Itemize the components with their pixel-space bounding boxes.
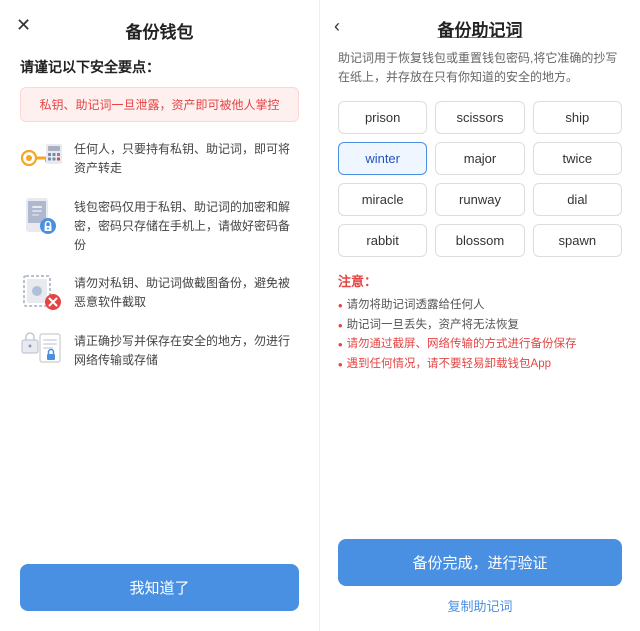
- notice-item-4: •遇到任何情况，请不要轻易卸载钱包App: [338, 355, 622, 375]
- bullet-icon: •: [338, 296, 343, 316]
- security-item-2: 钱包密码仅用于私钥、助记词的加密和解密，密码只存储在手机上，请做好密码备份: [20, 194, 299, 256]
- security-item-2-text: 钱包密码仅用于私钥、助记词的加密和解密，密码只存储在手机上，请做好密码备份: [74, 194, 299, 256]
- mnemonic-word-1: prison: [338, 101, 427, 134]
- notice-text: 助记词一旦丢失，资产将无法恢复: [347, 316, 520, 336]
- warning-bar: 私钥、助记词一旦泄露，资产即可被他人掌控: [20, 87, 299, 122]
- mnemonic-word-8: runway: [435, 183, 524, 216]
- notice-section: 注意： •请勿将助记词透露给任何人•助记词一旦丢失，资产将无法恢复•请勿通过截屏…: [338, 271, 622, 374]
- notice-title: 注意：: [338, 271, 622, 290]
- mnemonic-word-grid: prisonscissors ship wintermajor twice miracl…: [338, 101, 622, 257]
- mnemonic-word-2: scissors: [435, 101, 524, 134]
- back-button[interactable]: ‹: [334, 16, 340, 37]
- mnemonic-word-3: ship: [533, 101, 622, 134]
- mnemonic-word-7: miracle: [338, 183, 427, 216]
- mnemonic-word-9: dial: [533, 183, 622, 216]
- notice-text: 遇到任何情况，请不要轻易卸载钱包App: [347, 355, 551, 375]
- notice-item-1: •请勿将助记词透露给任何人: [338, 296, 622, 316]
- security-item-4-text: 请正确抄写并保存在安全的地方，勿进行网络传输或存储: [74, 328, 299, 370]
- notice-item-3: •请勿通过截屏、网络传输的方式进行备份保存: [338, 335, 622, 355]
- close-button[interactable]: ✕: [16, 16, 31, 34]
- security-item-4: 请正确抄写并保存在安全的地方，勿进行网络传输或存储: [20, 328, 299, 372]
- copy-mnemonic-link[interactable]: 复制助记词: [447, 596, 512, 615]
- bullet-icon: •: [338, 355, 343, 375]
- confirm-button[interactable]: 我知道了: [20, 564, 299, 611]
- security-note-title: 请谨记以下安全要点：: [20, 57, 160, 77]
- screenshot-icon: [20, 270, 64, 314]
- verify-button[interactable]: 备份完成，进行验证: [338, 539, 622, 586]
- security-item-3-text: 请勿对私钥、助记词做截图备份，避免被恶意软件截取: [74, 270, 299, 312]
- phone-lock-icon: [20, 194, 64, 238]
- right-panel-title: 备份助记词: [338, 16, 622, 41]
- security-item-1-text: 任何人，只要持有私钥、助记词，即可将资产转走: [74, 136, 299, 178]
- security-item-1: 任何人，只要持有私钥、助记词，即可将资产转走: [20, 136, 299, 180]
- bullet-icon: •: [338, 335, 343, 355]
- mnemonic-word-12: spawn: [533, 224, 622, 257]
- mnemonic-word-5: major: [435, 142, 524, 175]
- mnemonic-word-4: winter: [338, 142, 427, 175]
- notice-text: 请勿将助记词透露给任何人: [347, 296, 485, 316]
- key-calc-icon: [20, 136, 64, 180]
- mnemonic-word-6: twice: [533, 142, 622, 175]
- left-panel: ✕ 备份钱包 请谨记以下安全要点： 私钥、助记词一旦泄露，资产即可被他人掌控: [0, 0, 320, 631]
- mnemonic-word-10: rabbit: [338, 224, 427, 257]
- bullet-icon: •: [338, 316, 343, 336]
- security-item-3: 请勿对私钥、助记词做截图备份，避免被恶意软件截取: [20, 270, 299, 314]
- left-panel-title: 备份钱包: [126, 18, 194, 43]
- safe-storage-icon: [20, 328, 64, 372]
- right-panel: ‹ 备份助记词 助记词用于恢复钱包或重置钱包密码,将它准确的抄写在纸上，并存放在…: [320, 0, 640, 631]
- mnemonic-description: 助记词用于恢复钱包或重置钱包密码,将它准确的抄写在纸上，并存放在只有你知道的安全…: [338, 49, 622, 87]
- bottom-section: 备份完成，进行验证 复制助记词: [338, 539, 622, 615]
- notice-item-2: •助记词一旦丢失，资产将无法恢复: [338, 316, 622, 336]
- notice-text: 请勿通过截屏、网络传输的方式进行备份保存: [347, 335, 577, 355]
- security-items-list: 任何人，只要持有私钥、助记词，即可将资产转走 钱包密码仅用于私钥、助记词: [20, 136, 299, 554]
- mnemonic-word-11: blossom: [435, 224, 524, 257]
